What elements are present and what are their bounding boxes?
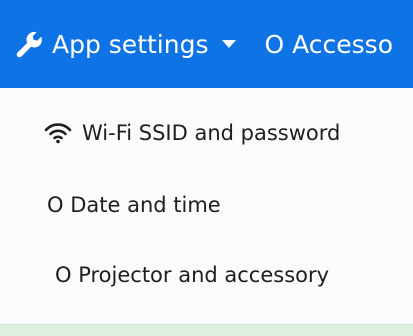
menu-item-wifi-label: Wi-Fi SSID and password (82, 121, 341, 145)
menu-item-date-time[interactable]: O Date and time (47, 190, 221, 220)
bottom-highlight-strip (0, 324, 413, 336)
accessory-menu[interactable]: O Accesso (264, 0, 393, 88)
app-settings-dropdown: Wi-Fi SSID and password O Date and time … (0, 88, 413, 324)
caret-down-icon (222, 40, 237, 48)
menu-item-projector-accessory[interactable]: O Projector and accessory (55, 260, 329, 290)
menu-item-date-time-label: O Date and time (47, 193, 221, 217)
top-navigation-bar: App settings O Accesso (0, 0, 413, 88)
app-settings-label: App settings (52, 29, 209, 59)
page: App settings O Accesso Wi-Fi SSID and pa… (0, 0, 413, 336)
menu-item-wifi[interactable]: Wi-Fi SSID and password (44, 118, 340, 148)
app-settings-menu[interactable]: App settings (0, 0, 264, 88)
wrench-icon (14, 29, 44, 59)
menu-item-projector-accessory-label: O Projector and accessory (55, 263, 330, 287)
wifi-icon (44, 122, 72, 144)
accessory-label: O Accesso (264, 29, 393, 59)
